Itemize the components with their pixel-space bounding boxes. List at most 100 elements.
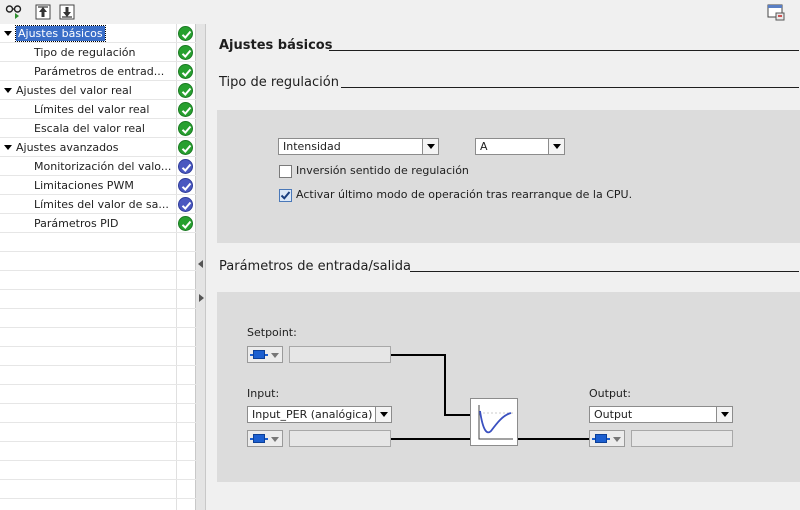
block-connector-icon xyxy=(592,434,610,443)
tree-item-label: Limitaciones PWM xyxy=(34,179,134,192)
tree-empty-row xyxy=(0,480,196,499)
expand-triangle-icon[interactable] xyxy=(4,31,12,36)
tree-empty-row xyxy=(0,271,196,290)
status-ok-icon xyxy=(178,140,193,155)
output-label: Output: xyxy=(589,387,631,400)
tree-empty-row xyxy=(0,347,196,366)
tree-item-label: Tipo de regulación xyxy=(34,46,136,59)
tree-item[interactable]: Ajustes avanzados xyxy=(0,138,196,157)
toolbar xyxy=(0,0,800,24)
tree-empty-row xyxy=(0,252,196,271)
io-params-divider xyxy=(410,271,799,272)
window-settings-button[interactable] xyxy=(766,2,786,22)
input-combo[interactable]: Input_PER (analógica) xyxy=(247,406,392,423)
control-type-divider xyxy=(341,87,799,88)
invert-checkbox[interactable] xyxy=(279,165,292,178)
tree-item[interactable]: Tipo de regulación xyxy=(0,43,196,62)
setpoint-wire-in xyxy=(444,414,471,416)
tree-empty-row xyxy=(0,328,196,347)
tree-item[interactable]: Ajustes del valor real xyxy=(0,81,196,100)
arrow-down-box-icon xyxy=(59,4,75,20)
tree-item[interactable]: Parámetros PID xyxy=(0,214,196,233)
tree-empty-row xyxy=(0,404,196,423)
quantity-combo[interactable]: Intensidad xyxy=(278,138,439,155)
collapse-all-button[interactable] xyxy=(57,2,77,22)
expand-triangle-icon[interactable] xyxy=(4,88,12,93)
expand-all-button[interactable] xyxy=(33,2,53,22)
tree-item[interactable]: Límites del valor de sa... xyxy=(0,195,196,214)
status-info-icon xyxy=(178,159,193,174)
tree-item[interactable]: Ajustes básicos xyxy=(0,24,196,43)
tree-item-label: Límites del valor de sa... xyxy=(34,198,169,211)
glasses-icon xyxy=(5,5,22,19)
window-icon xyxy=(767,4,785,21)
unit-combo[interactable]: A xyxy=(475,138,565,155)
input-label: Input: xyxy=(247,387,280,400)
quantity-value: Intensidad xyxy=(283,140,341,153)
control-type-title: Tipo de regulación xyxy=(219,75,339,90)
output-target-button[interactable] xyxy=(589,430,625,447)
checkmark-icon xyxy=(280,191,291,200)
restart-checkbox[interactable] xyxy=(279,189,292,202)
chevron-down-icon xyxy=(271,353,279,358)
chevron-down-icon[interactable] xyxy=(716,407,732,422)
settings-content: Ajustes básicos Tipo de regulación Inten… xyxy=(207,24,800,510)
pid-response-icon xyxy=(478,405,513,440)
chevron-down-icon[interactable] xyxy=(375,407,391,422)
tree-item[interactable]: Parámetros de entrad... xyxy=(0,62,196,81)
tree-item-label: Ajustes básicos xyxy=(15,25,106,42)
status-info-icon xyxy=(178,178,193,193)
tree-item[interactable]: Escala del valor real xyxy=(0,119,196,138)
collapse-left-icon[interactable] xyxy=(198,260,203,268)
unit-value: A xyxy=(480,140,488,153)
expand-right-icon[interactable] xyxy=(199,294,204,302)
output-value: Output xyxy=(594,408,633,421)
tree-empty-row xyxy=(0,290,196,309)
tree-item-label: Ajustes avanzados xyxy=(16,141,119,154)
panel-splitter[interactable] xyxy=(196,24,206,510)
output-combo[interactable]: Output xyxy=(589,406,733,423)
glasses-filter-button[interactable] xyxy=(4,2,24,22)
tree-empty-row xyxy=(0,385,196,404)
tree-item-label: Parámetros de entrad... xyxy=(34,65,165,78)
status-info-icon xyxy=(178,197,193,212)
tree-empty-row xyxy=(0,461,196,480)
status-ok-icon xyxy=(178,45,193,60)
pid-controller-block xyxy=(470,398,518,446)
io-params-group: Setpoint: Input: Input_PER (analógica) O… xyxy=(217,292,800,482)
tree-item-label: Ajustes del valor real xyxy=(16,84,132,97)
tree-item-label: Monitorización del valo... xyxy=(34,160,172,173)
invert-label: Inversión sentido de regulación xyxy=(296,164,469,177)
expand-triangle-icon[interactable] xyxy=(4,145,12,150)
navigation-tree: Ajustes básicos Tipo de regulación Parámet… xyxy=(0,24,196,510)
tree-item[interactable]: Límites del valor real xyxy=(0,100,196,119)
arrow-up-box-icon xyxy=(35,4,51,20)
setpoint-wire xyxy=(391,354,445,356)
input-field[interactable] xyxy=(289,430,391,447)
setpoint-field[interactable] xyxy=(289,346,391,363)
input-value: Input_PER (analógica) xyxy=(252,408,373,421)
tree-item-label: Escala del valor real xyxy=(34,122,145,135)
io-params-title: Parámetros de entrada/salida xyxy=(219,259,412,274)
restart-label: Activar último modo de operación tras re… xyxy=(296,188,633,201)
tree-item-label: Límites del valor real xyxy=(34,103,150,116)
chevron-down-icon[interactable] xyxy=(422,139,438,154)
chevron-down-icon[interactable] xyxy=(548,139,564,154)
status-ok-icon xyxy=(178,216,193,231)
page-title: Ajustes básicos xyxy=(219,38,333,53)
status-ok-icon xyxy=(178,64,193,79)
setpoint-source-button[interactable] xyxy=(247,346,283,363)
chevron-down-icon xyxy=(271,437,279,442)
status-ok-icon xyxy=(178,83,193,98)
tree-item[interactable]: Monitorización del valo... xyxy=(0,157,196,176)
tree-empty-row xyxy=(0,309,196,328)
output-wire xyxy=(517,438,589,440)
output-field[interactable] xyxy=(631,430,733,447)
block-connector-icon xyxy=(250,350,268,359)
input-source-button[interactable] xyxy=(247,430,283,447)
tree-empty-row xyxy=(0,423,196,442)
tree-item[interactable]: Limitaciones PWM xyxy=(0,176,196,195)
title-divider xyxy=(329,50,799,51)
tree-empty-row xyxy=(0,233,196,252)
input-wire xyxy=(391,438,471,440)
